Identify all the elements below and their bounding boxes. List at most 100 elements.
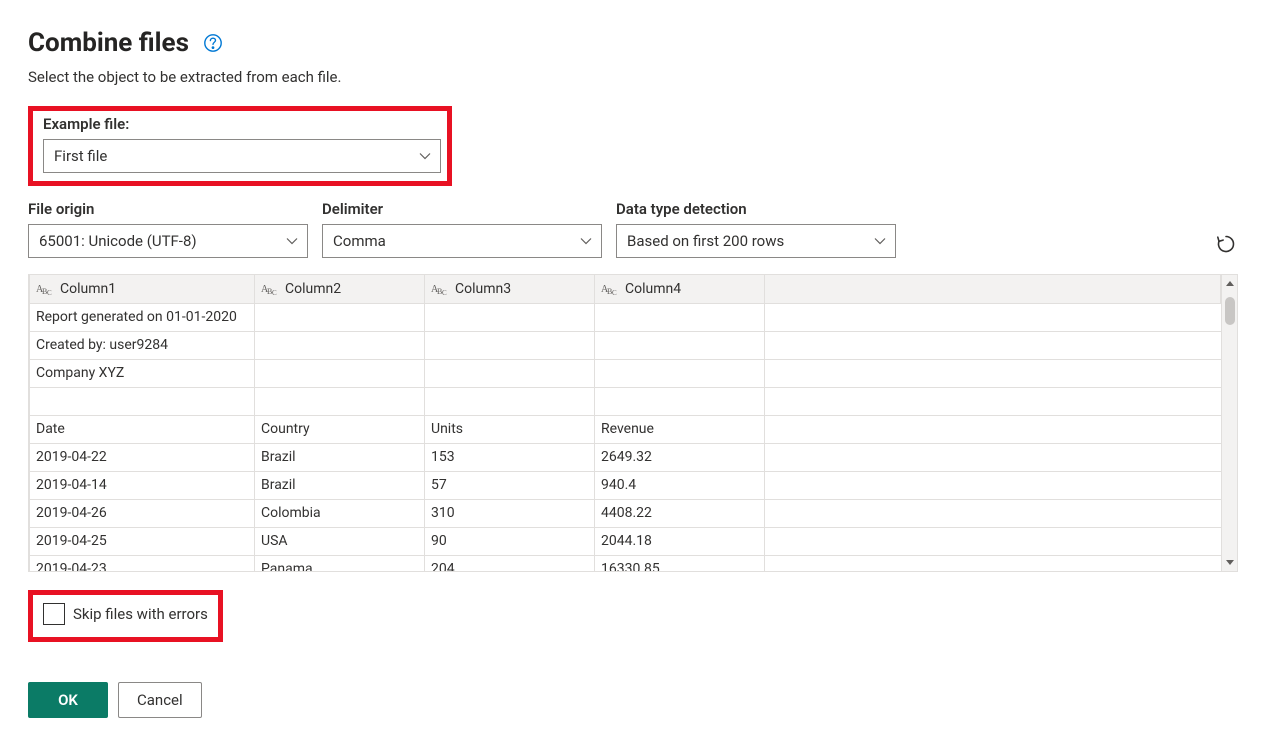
delimiter-label: Delimiter [322, 200, 602, 218]
table-cell[interactable]: 310 [425, 499, 595, 527]
table-cell-filler [765, 387, 1221, 415]
chevron-down-icon [418, 149, 432, 163]
table-row[interactable] [30, 387, 1221, 415]
page-subtitle: Select the object to be extracted from e… [28, 68, 1238, 86]
table-cell[interactable] [30, 387, 255, 415]
table-cell-filler [765, 527, 1221, 555]
table-cell[interactable]: 2649.32 [595, 443, 765, 471]
table-cell[interactable]: 2019-04-26 [30, 499, 255, 527]
table-cell[interactable]: Revenue [595, 415, 765, 443]
svg-text:C: C [272, 289, 277, 297]
refresh-button[interactable] [1214, 232, 1238, 256]
column-header-label: Column3 [455, 281, 511, 297]
column-header-label: Column2 [285, 281, 341, 297]
table-cell-filler [765, 331, 1221, 359]
column-header[interactable]: ABCColumn4 [595, 275, 765, 303]
table-cell[interactable] [425, 359, 595, 387]
table-cell[interactable]: Date [30, 415, 255, 443]
table-cell[interactable] [595, 387, 765, 415]
table-cell[interactable]: USA [255, 527, 425, 555]
text-type-icon: ABC [431, 281, 449, 297]
table-cell-filler [765, 499, 1221, 527]
cancel-button[interactable]: Cancel [118, 682, 202, 718]
table-cell[interactable] [425, 387, 595, 415]
table-cell[interactable]: 940.4 [595, 471, 765, 499]
table-cell[interactable]: 57 [425, 471, 595, 499]
table-cell-filler [765, 359, 1221, 387]
table-cell[interactable]: Brazil [255, 471, 425, 499]
table-cell[interactable]: Company XYZ [30, 359, 255, 387]
table-cell-filler [765, 555, 1221, 571]
table-cell[interactable]: 16330.85 [595, 555, 765, 571]
example-file-value: First file [54, 147, 107, 165]
data-type-detection-dropdown[interactable]: Based on first 200 rows [616, 224, 896, 258]
table-cell[interactable]: Created by: user9284 [30, 331, 255, 359]
table-row[interactable]: 2019-04-14Brazil57940.4 [30, 471, 1221, 499]
annotation-skip-files: Skip files with errors [28, 590, 223, 642]
example-file-label: Example file: [43, 115, 437, 133]
table-row[interactable]: 2019-04-26Colombia3104408.22 [30, 499, 1221, 527]
table-cell[interactable] [255, 303, 425, 331]
example-file-dropdown[interactable]: First file [43, 139, 441, 173]
scroll-track[interactable] [1222, 293, 1237, 553]
text-type-icon: ABC [601, 281, 619, 297]
preview-scrollbar[interactable] [1221, 275, 1237, 571]
table-cell[interactable]: 153 [425, 443, 595, 471]
column-header[interactable]: ABC Column2 [255, 275, 425, 303]
table-cell[interactable]: Report generated on 01-01-2020 [30, 303, 255, 331]
table-cell-filler [765, 443, 1221, 471]
scroll-thumb[interactable] [1225, 297, 1235, 325]
table-cell[interactable]: 2019-04-23 [30, 555, 255, 571]
svg-text:C: C [612, 289, 617, 297]
table-row[interactable]: Created by: user9284 [30, 331, 1221, 359]
table-cell[interactable] [595, 303, 765, 331]
file-origin-dropdown[interactable]: 65001: Unicode (UTF-8) [28, 224, 308, 258]
table-cell[interactable]: 2019-04-22 [30, 443, 255, 471]
svg-text:C: C [47, 289, 52, 297]
table-cell[interactable]: Country [255, 415, 425, 443]
scroll-down-arrow[interactable] [1222, 553, 1237, 571]
text-type-icon: ABC [261, 281, 279, 297]
delimiter-dropdown[interactable]: Comma [322, 224, 602, 258]
preview-table: ABCColumn1 ABC Column2 ABC Column3 ABCColumn4… [28, 274, 1238, 572]
data-type-detection-label: Data type detection [616, 200, 896, 218]
svg-text:C: C [442, 289, 447, 297]
table-cell[interactable]: Brazil [255, 443, 425, 471]
table-cell[interactable]: 4408.22 [595, 499, 765, 527]
table-cell[interactable]: 2019-04-14 [30, 471, 255, 499]
table-cell[interactable] [595, 359, 765, 387]
ok-button[interactable]: OK [28, 682, 108, 718]
table-cell[interactable] [425, 303, 595, 331]
table-cell[interactable]: 2019-04-25 [30, 527, 255, 555]
table-row[interactable]: 2019-04-25USA902044.18 [30, 527, 1221, 555]
table-cell[interactable] [255, 331, 425, 359]
table-row[interactable]: 2019-04-23Panama20416330.85 [30, 555, 1221, 571]
file-origin-value: 65001: Unicode (UTF-8) [39, 232, 197, 250]
skip-files-checkbox[interactable] [43, 603, 65, 625]
page-title: Combine files [28, 28, 189, 58]
skip-files-label: Skip files with errors [73, 605, 208, 623]
table-cell-filler [765, 303, 1221, 331]
table-cell[interactable] [255, 359, 425, 387]
table-cell[interactable]: 90 [425, 527, 595, 555]
table-row[interactable]: 2019-04-22Brazil1532649.32 [30, 443, 1221, 471]
table-row[interactable]: Report generated on 01-01-2020 [30, 303, 1221, 331]
scroll-up-arrow[interactable] [1222, 275, 1237, 293]
chevron-down-icon [873, 234, 887, 248]
table-cell[interactable]: Colombia [255, 499, 425, 527]
table-cell[interactable]: 204 [425, 555, 595, 571]
column-header[interactable]: ABCColumn1 [30, 275, 255, 303]
table-cell[interactable]: Panama [255, 555, 425, 571]
annotation-example-file: Example file: First file [28, 106, 452, 186]
table-cell[interactable] [255, 387, 425, 415]
data-type-detection-value: Based on first 200 rows [627, 232, 784, 250]
table-cell[interactable] [595, 331, 765, 359]
help-icon[interactable] [203, 33, 223, 53]
table-cell[interactable]: 2044.18 [595, 527, 765, 555]
table-row[interactable]: DateCountryUnitsRevenue [30, 415, 1221, 443]
table-cell-filler [765, 471, 1221, 499]
table-cell[interactable] [425, 331, 595, 359]
table-cell[interactable]: Units [425, 415, 595, 443]
table-row[interactable]: Company XYZ [30, 359, 1221, 387]
column-header[interactable]: ABC Column3 [425, 275, 595, 303]
